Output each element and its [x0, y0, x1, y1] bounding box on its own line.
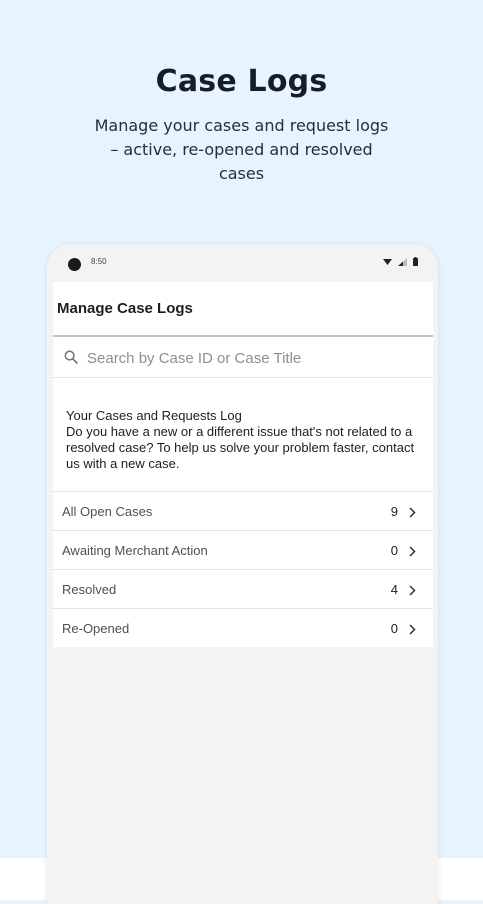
- list-item-all-open-cases[interactable]: All Open Cases 9: [53, 492, 433, 531]
- page-title: Manage Case Logs: [57, 300, 193, 317]
- case-logs-content: Your Cases and Requests Log Do you have …: [53, 337, 433, 647]
- list-item-awaiting-merchant-action[interactable]: Awaiting Merchant Action 0: [53, 531, 433, 570]
- list-item-count: 0: [390, 543, 398, 558]
- list-item-label: Re-Opened: [62, 621, 130, 636]
- chevron-right-icon: [409, 622, 416, 640]
- list-item-count: 4: [390, 582, 398, 597]
- search-icon: [64, 350, 78, 369]
- camera-cutout: [68, 258, 81, 271]
- chevron-right-icon: [409, 583, 416, 601]
- list-item-re-opened[interactable]: Re-Opened 0: [53, 609, 433, 647]
- app-screen: Manage Case Logs Your Cases and Requests…: [53, 282, 433, 904]
- wifi-icon: [383, 258, 392, 266]
- status-icons: [383, 257, 418, 266]
- cases-info-block: Your Cases and Requests Log Do you have …: [53, 378, 433, 492]
- case-list: All Open Cases 9 Awaiting Merchant Actio…: [53, 492, 433, 647]
- info-text: Do you have a new or a different issue t…: [66, 424, 415, 471]
- list-item-resolved[interactable]: Resolved 4: [53, 570, 433, 609]
- phone-frame: 8:50 Manage Case Logs Search by Case ID …: [47, 244, 438, 904]
- chevron-right-icon: [409, 505, 416, 523]
- chevron-right-icon: [409, 544, 416, 562]
- list-item-label: Awaiting Merchant Action: [62, 543, 208, 558]
- signal-icon: [398, 257, 407, 266]
- list-item-count: 0: [390, 621, 398, 636]
- info-title: Your Cases and Requests Log: [66, 408, 242, 423]
- search-input[interactable]: [85, 345, 419, 371]
- battery-icon: [413, 257, 418, 266]
- search-bar[interactable]: [53, 337, 433, 378]
- promo-subtitle: Manage your cases and request logs – act…: [94, 116, 389, 183]
- list-item-label: All Open Cases: [62, 504, 153, 519]
- app-bar: Manage Case Logs: [53, 282, 433, 337]
- promo-title: Case Logs: [155, 64, 328, 99]
- status-time: 8:50: [91, 257, 107, 266]
- list-item-count: 9: [390, 504, 398, 519]
- list-item-label: Resolved: [62, 582, 117, 597]
- status-bar: 8:50: [47, 244, 438, 282]
